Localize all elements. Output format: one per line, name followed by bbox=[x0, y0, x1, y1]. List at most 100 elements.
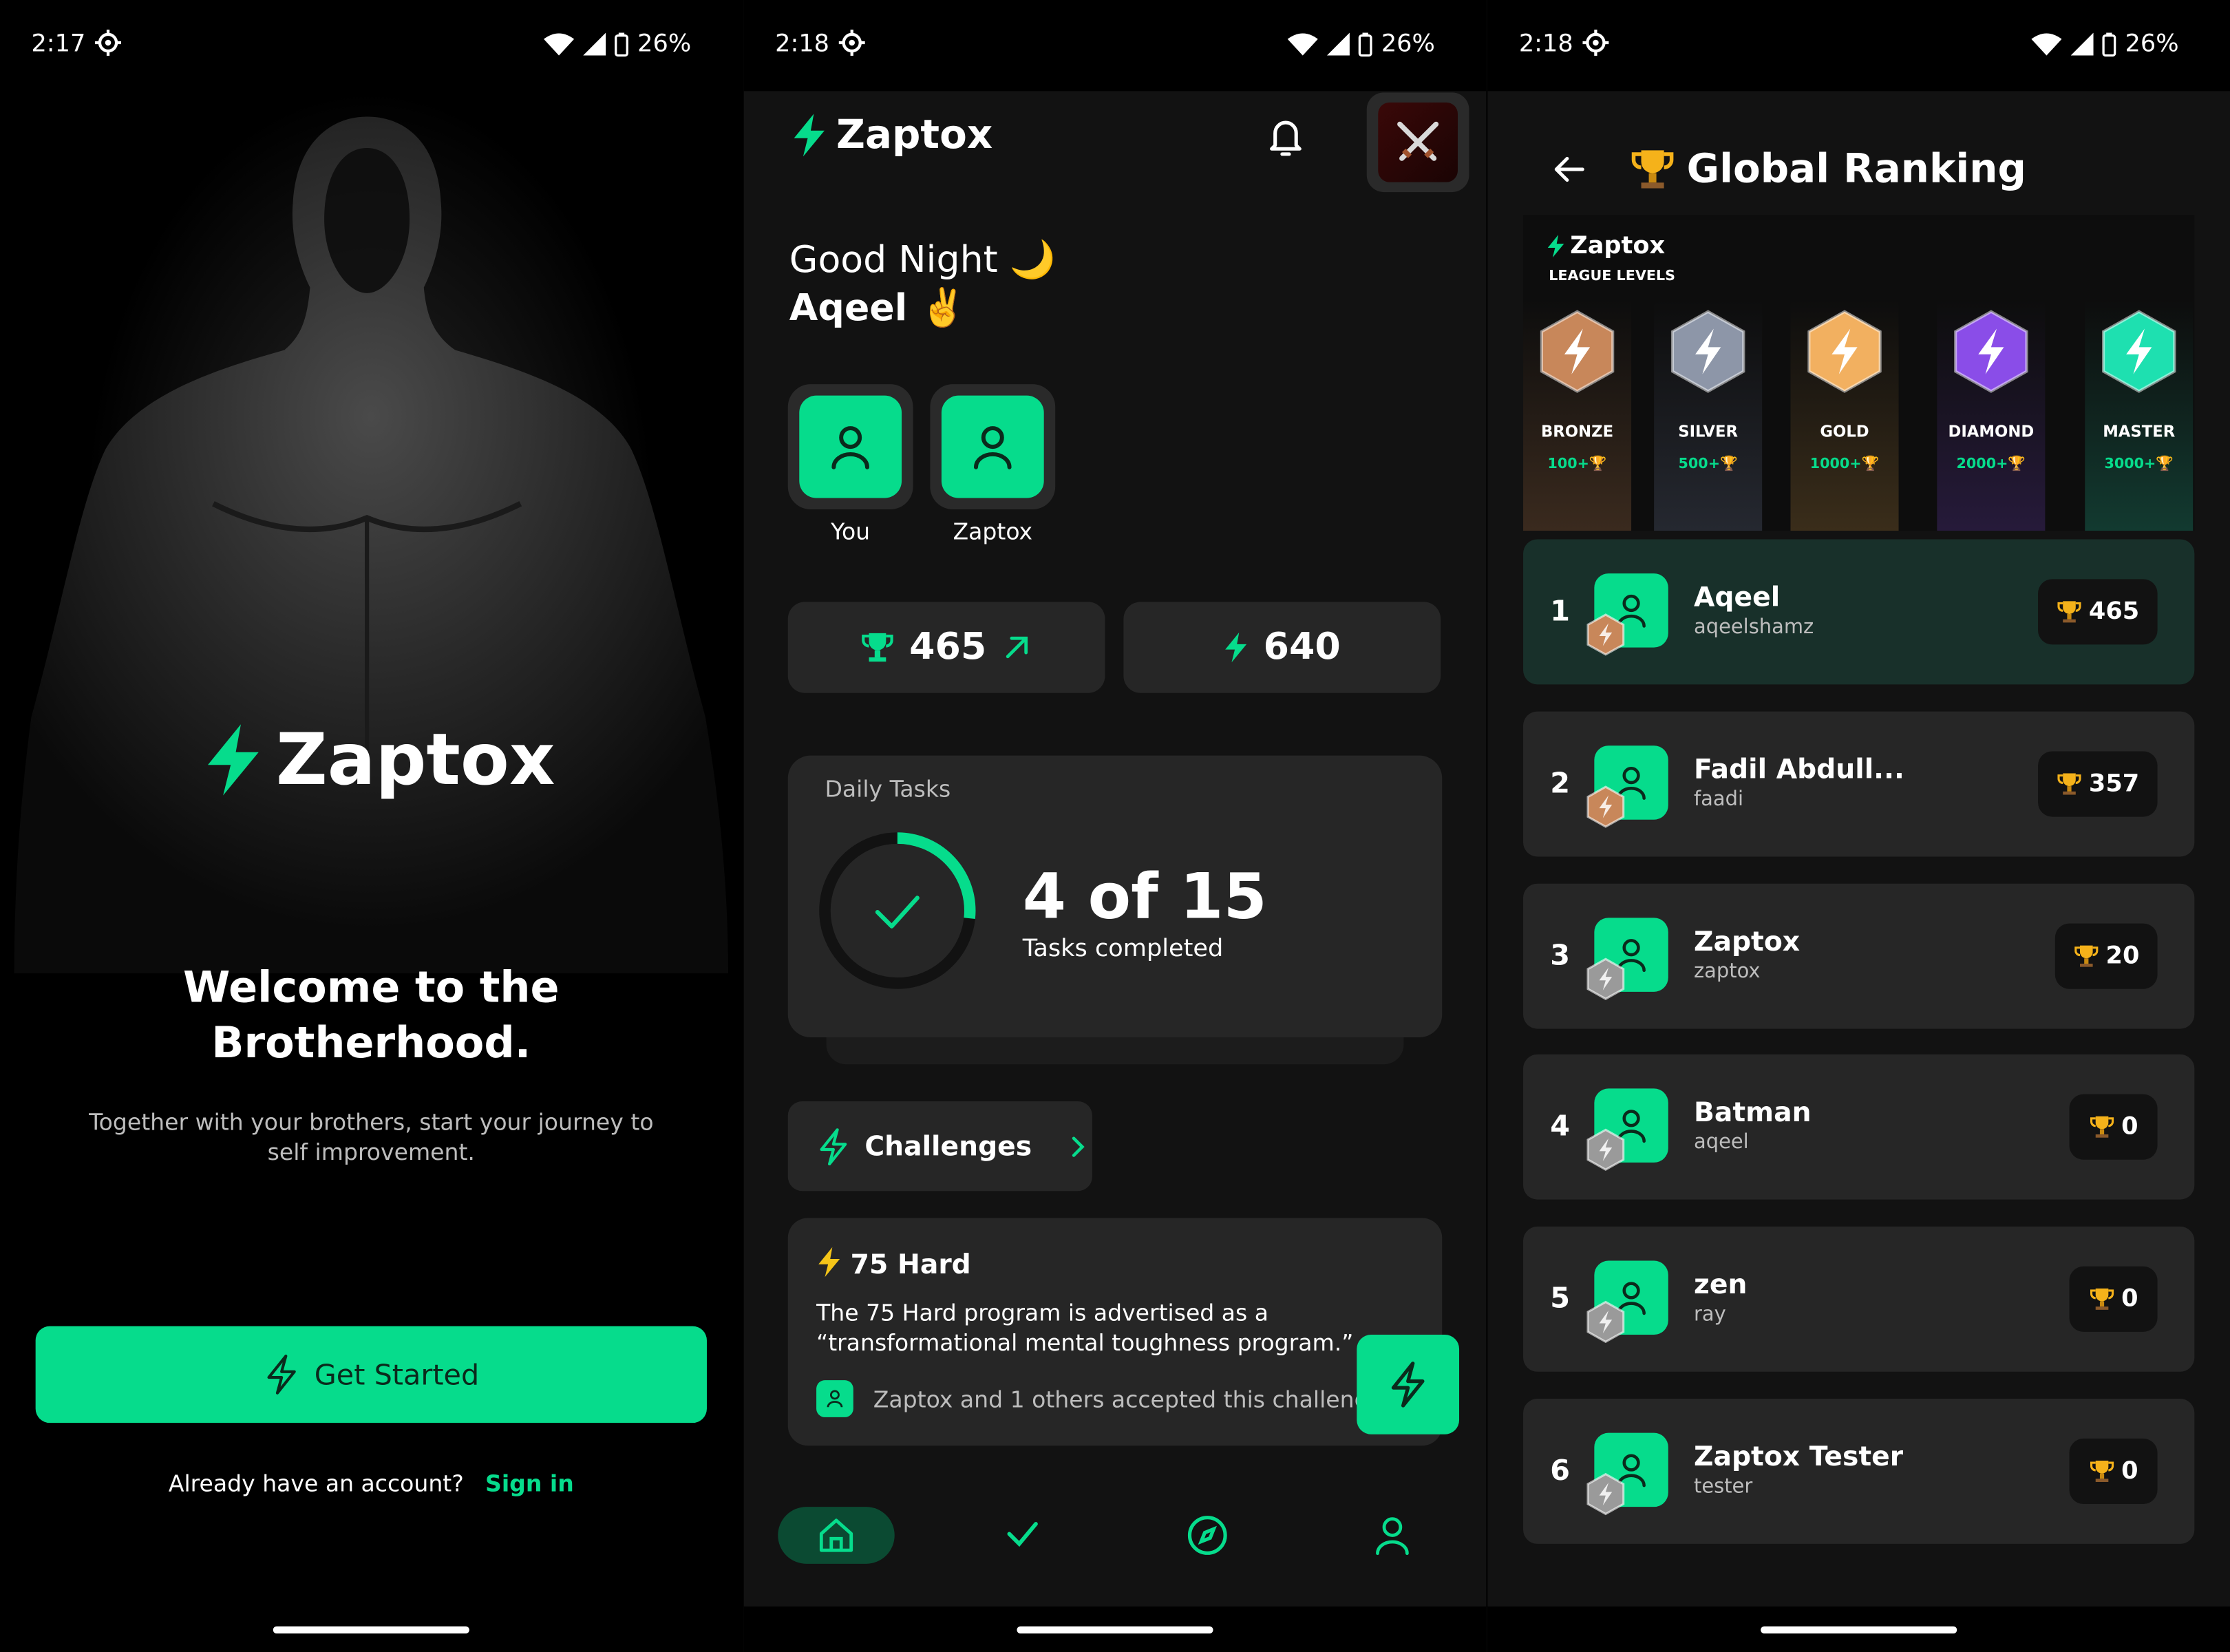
ranking-row[interactable]: 4 Batman aqeel 0 bbox=[1523, 1054, 2195, 1200]
challenges-label: Challenges bbox=[864, 1130, 1032, 1162]
trophy-icon bbox=[862, 633, 894, 662]
nav-home[interactable] bbox=[778, 1507, 895, 1564]
league-subtitle: LEAGUE LEVELS bbox=[1549, 268, 1676, 285]
tier-gold: GOLD 1000+🏆 bbox=[1790, 300, 1899, 531]
ranking-row[interactable]: 1 Aqeel aqeelshamz 465 bbox=[1523, 539, 2195, 685]
home-indicator[interactable] bbox=[1761, 1626, 1957, 1634]
league-logo-text: Zaptox bbox=[1570, 231, 1666, 261]
daily-tasks-card[interactable]: Daily Tasks 4 of 15 Tasks completed bbox=[787, 755, 1443, 1037]
tier-name: MASTER bbox=[2103, 422, 2176, 441]
score-badge: 20 bbox=[2054, 923, 2158, 989]
bolt-outline-icon bbox=[267, 1354, 296, 1395]
trophy-emoji-icon bbox=[2090, 1116, 2114, 1138]
ranking-screen: 2:18 26% Global Ranking Zaptox LEAGUE LE… bbox=[1487, 0, 2230, 1652]
daily-tasks-title: Daily Tasks bbox=[825, 775, 951, 803]
nav-profile[interactable] bbox=[1372, 1514, 1412, 1562]
zaptox-chip-label: Zaptox bbox=[953, 518, 1033, 545]
tasks-progress-ring bbox=[819, 832, 976, 989]
trophy-emoji-icon bbox=[1631, 149, 1674, 188]
gesture-bar bbox=[1487, 1606, 2230, 1652]
quick-action-button[interactable] bbox=[1357, 1335, 1460, 1434]
crossed-swords-icon bbox=[1378, 102, 1458, 182]
league-badge-icon bbox=[1586, 957, 1625, 1000]
welcome-subtitle: Together with your brothers, start your … bbox=[89, 1108, 654, 1166]
rank-number: 5 bbox=[1550, 1280, 1571, 1315]
app-logo-text: Zaptox bbox=[275, 718, 555, 801]
wifi-icon bbox=[544, 33, 575, 56]
trophy-emoji-icon bbox=[2090, 1288, 2114, 1310]
user-name: Aqeel ✌️ bbox=[789, 287, 966, 330]
trophy-stat-card[interactable]: 465 bbox=[787, 602, 1105, 693]
nav-explore[interactable] bbox=[1186, 1514, 1229, 1562]
user-icon bbox=[799, 395, 902, 498]
app-logo: Zaptox bbox=[202, 719, 555, 801]
bolt-icon bbox=[207, 724, 259, 796]
get-started-button[interactable]: Get Started bbox=[35, 1326, 707, 1423]
back-arrow-icon[interactable] bbox=[1550, 151, 1587, 193]
check-icon bbox=[1007, 1522, 1038, 1547]
status-time: 2:18 bbox=[1518, 30, 1573, 59]
user-display-name: Aqeel bbox=[1693, 582, 1781, 613]
challenges-button[interactable]: Challenges bbox=[787, 1101, 1092, 1192]
home-indicator[interactable] bbox=[273, 1626, 469, 1634]
nav-tasks[interactable] bbox=[1003, 1514, 1043, 1559]
profile-avatar-button[interactable] bbox=[1366, 92, 1469, 193]
compass-icon bbox=[1187, 1516, 1227, 1555]
status-right: 26% bbox=[1287, 30, 1435, 59]
username: faadi bbox=[1693, 788, 1744, 812]
ranking-row[interactable]: 2 Fadil Abdull... faadi 357 bbox=[1523, 711, 2195, 857]
username: zaptox bbox=[1693, 960, 1761, 984]
tier-name: SILVER bbox=[1678, 422, 1739, 441]
accepted-text: Zaptox and 1 others accepted this challe… bbox=[873, 1385, 1383, 1412]
greeting-text: Good Night 🌙 bbox=[789, 239, 1056, 282]
sign-in-link[interactable]: Sign in bbox=[485, 1470, 574, 1496]
bell-icon[interactable] bbox=[1264, 114, 1307, 165]
battery-level: 26% bbox=[2125, 30, 2179, 59]
tier-bronze: BRONZE 100+🏆 bbox=[1523, 300, 1632, 531]
username: tester bbox=[1693, 1475, 1753, 1499]
tier-diamond: DIAMOND 2000+🏆 bbox=[1937, 300, 2046, 531]
user-display-name: Zaptox Tester bbox=[1693, 1441, 1904, 1473]
energy-stat-card[interactable]: 640 bbox=[1123, 602, 1441, 693]
get-started-label: Get Started bbox=[314, 1357, 480, 1392]
you-chip[interactable] bbox=[787, 384, 913, 510]
score-value: 465 bbox=[2088, 597, 2140, 626]
welcome-line-2: Brotherhood. bbox=[211, 1019, 531, 1069]
username: aqeel bbox=[1693, 1131, 1749, 1154]
home-indicator[interactable] bbox=[1017, 1626, 1213, 1634]
home-icon bbox=[819, 1518, 853, 1552]
user-display-name: Batman bbox=[1693, 1097, 1812, 1129]
tasks-completed-label: Tasks completed bbox=[1022, 935, 1224, 964]
tier-points: 1000+🏆 bbox=[1809, 456, 1880, 473]
user-display-name: Zaptox bbox=[1693, 926, 1801, 958]
gesture-bar bbox=[0, 1606, 743, 1652]
profile-icon bbox=[1376, 1517, 1409, 1556]
tier-name: BRONZE bbox=[1540, 422, 1614, 441]
status-bar: 2:18 26% bbox=[743, 0, 1487, 92]
zaptox-chip[interactable] bbox=[930, 384, 1056, 510]
league-badge-icon bbox=[1586, 613, 1625, 656]
bottom-navigation bbox=[744, 1494, 1487, 1608]
signal-icon bbox=[1327, 32, 1350, 56]
username: aqeelshamz bbox=[1693, 616, 1814, 639]
signal-icon bbox=[583, 32, 606, 56]
ranking-row[interactable]: 5 zen ray 0 bbox=[1523, 1226, 2195, 1372]
trophy-emoji-icon bbox=[2057, 773, 2081, 795]
trophy-count: 465 bbox=[909, 626, 987, 669]
lightning-emoji-icon bbox=[818, 1247, 840, 1278]
page-title-text: Global Ranking bbox=[1686, 145, 2026, 193]
signin-row: Already have an account? Sign in bbox=[0, 1470, 743, 1496]
status-bar: 2:18 26% bbox=[1487, 0, 2230, 92]
bolt-icon bbox=[1547, 235, 1564, 258]
challenge-card[interactable]: 75 Hard The 75 Hard program is advertise… bbox=[787, 1218, 1443, 1446]
status-right: 26% bbox=[2031, 30, 2179, 59]
battery-icon bbox=[615, 32, 629, 56]
rank-number: 2 bbox=[1550, 765, 1571, 800]
league-badge-icon bbox=[1586, 785, 1625, 828]
tier-points: 500+🏆 bbox=[1678, 456, 1738, 473]
chevron-right-icon bbox=[1071, 1136, 1084, 1156]
tier-name: GOLD bbox=[1820, 422, 1869, 441]
ranking-row[interactable]: 6 Zaptox Tester tester 0 bbox=[1523, 1399, 2195, 1544]
score-badge: 0 bbox=[2069, 1266, 2158, 1332]
ranking-row[interactable]: 3 Zaptox zaptox 20 bbox=[1523, 883, 2195, 1029]
